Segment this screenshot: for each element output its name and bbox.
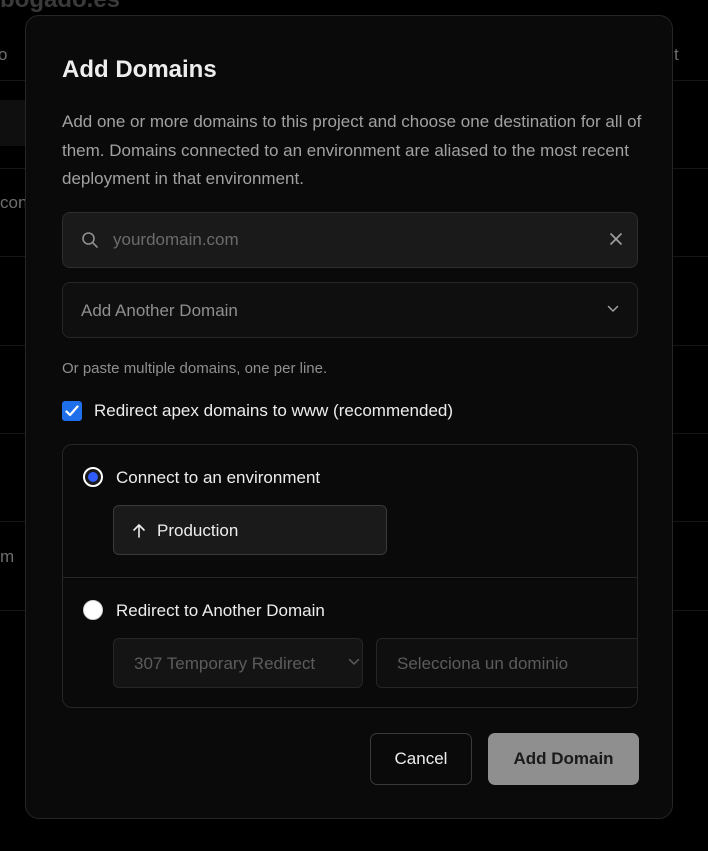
connect-environment-radio[interactable]: [83, 467, 103, 487]
add-domains-modal: Add Domains Add one or more domains to t…: [25, 15, 673, 819]
modal-description: Add one or more domains to this project …: [62, 112, 642, 188]
background-text-fragment: t: [674, 45, 679, 64]
cancel-button[interactable]: Cancel: [370, 733, 472, 785]
check-icon: [65, 405, 79, 417]
redirect-target-placeholder: Selecciona un dominio: [397, 654, 569, 673]
redirect-type-select[interactable]: 307 Temporary Redirect: [113, 638, 363, 688]
background-text-fragment: m: [0, 547, 15, 566]
add-domain-button[interactable]: Add Domain: [488, 733, 639, 785]
arrow-up-icon: [133, 524, 145, 538]
background-page-title: bogado.es: [0, 0, 120, 14]
redirect-type-value: 307 Temporary Redirect: [134, 654, 316, 673]
redirect-target-domain-select[interactable]: Selecciona un dominio: [376, 638, 637, 688]
add-another-domain-select[interactable]: Add Another Domain: [62, 282, 638, 338]
close-icon[interactable]: [609, 232, 623, 246]
redirect-apex-label: Redirect apex domains to www (recommende…: [94, 401, 454, 420]
environment-name: Production: [157, 521, 239, 540]
redirect-apex-checkbox[interactable]: [62, 401, 82, 421]
background-text-fragment: con: [0, 193, 28, 212]
destination-options: Connect to an environment Production Red…: [62, 444, 638, 708]
background-text-fragment: o: [0, 45, 8, 64]
chevron-down-icon: [348, 658, 360, 665]
modal-title: Add Domains: [62, 56, 217, 83]
redirect-domain-label: Redirect to Another Domain: [116, 601, 325, 620]
add-another-domain-label: Add Another Domain: [81, 301, 238, 320]
paste-hint: Or paste multiple domains, one per line.: [62, 360, 328, 377]
redirect-apex-row[interactable]: Redirect apex domains to www (recommende…: [62, 400, 453, 422]
domain-search-field[interactable]: [62, 212, 638, 268]
connect-environment-label: Connect to an environment: [116, 468, 321, 487]
domain-input[interactable]: [113, 213, 583, 267]
redirect-domain-radio[interactable]: [83, 600, 103, 620]
chevron-down-icon: [607, 305, 619, 312]
search-icon: [82, 232, 98, 248]
environment-select-button[interactable]: Production: [113, 505, 387, 555]
destination-divider: [63, 577, 637, 578]
